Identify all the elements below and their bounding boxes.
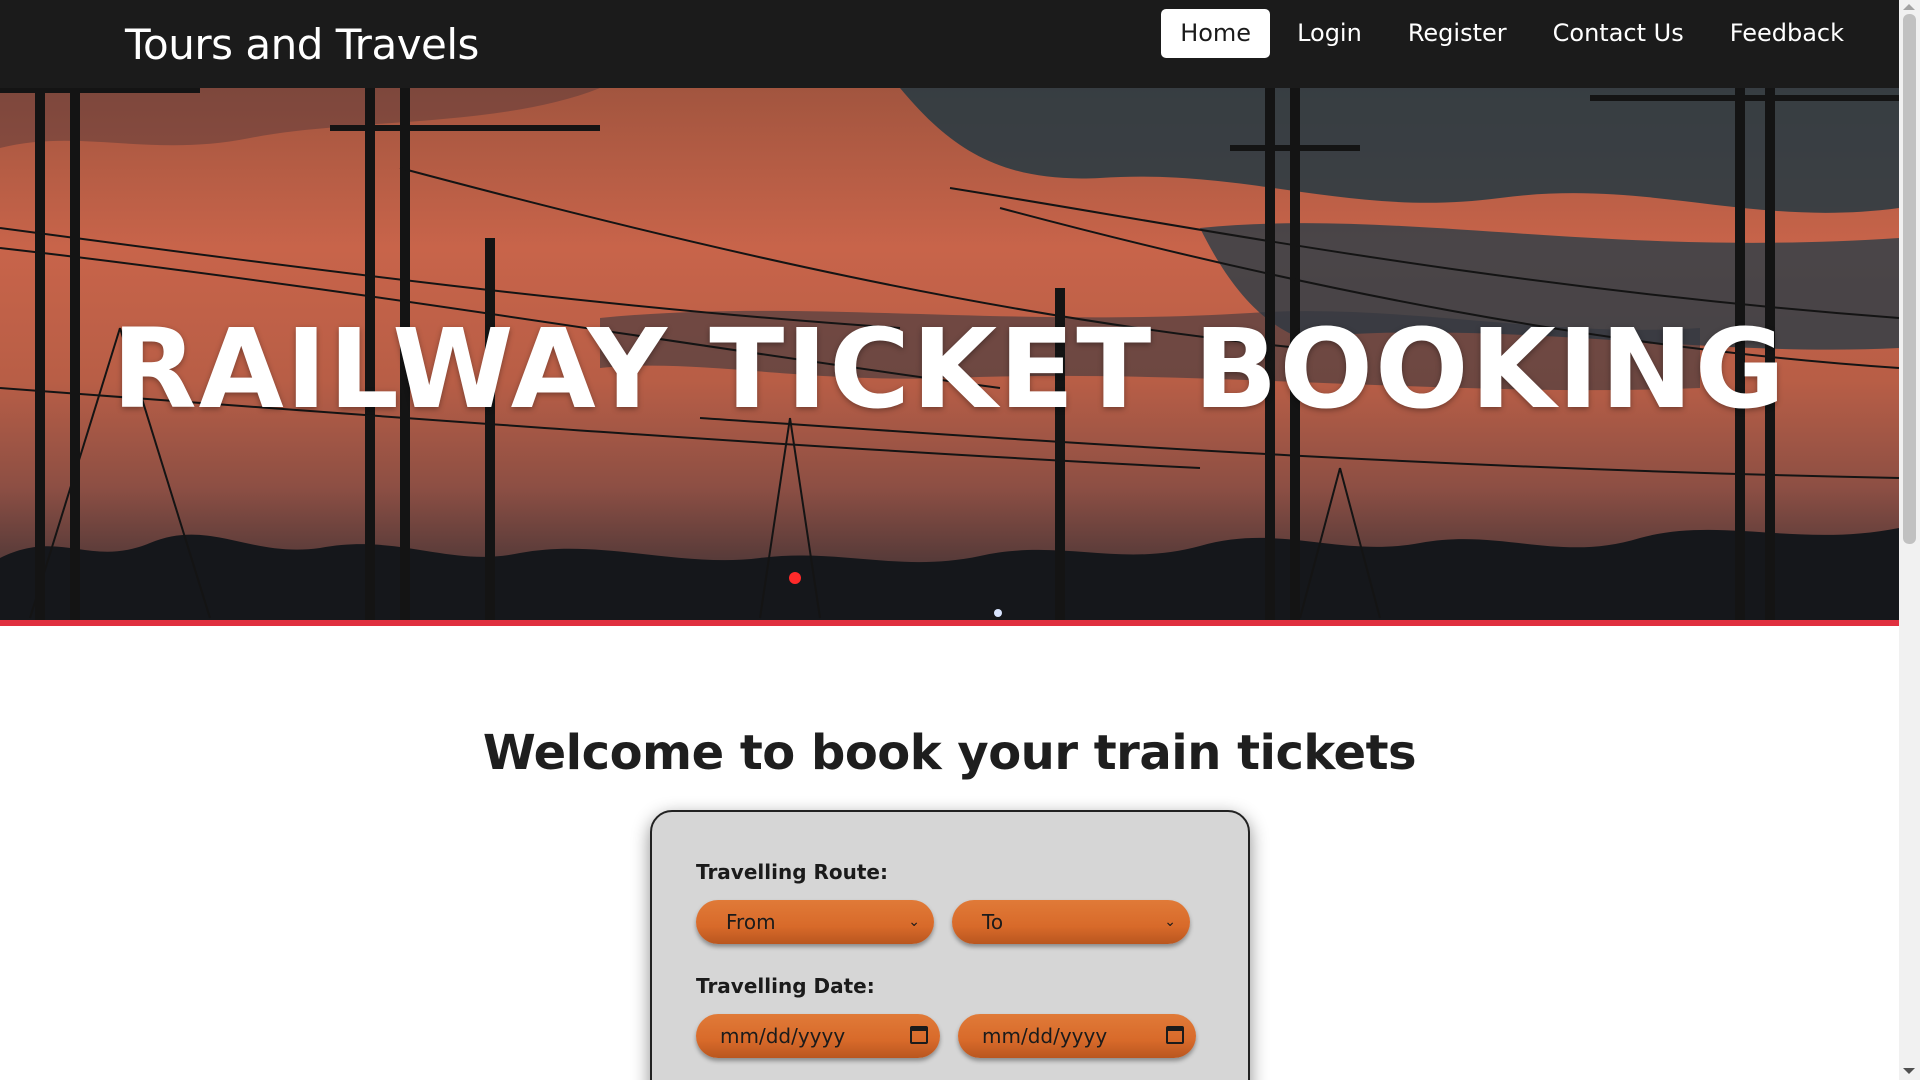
travelling-route-label: Travelling Route:	[696, 860, 888, 884]
booking-form-card: Travelling Route: From ⌄ To ⌄ Travelling…	[650, 810, 1250, 1080]
hero-accent-border	[0, 620, 1899, 626]
travelling-date-label: Travelling Date:	[696, 974, 875, 998]
nav-home[interactable]: Home	[1161, 9, 1271, 58]
from-select[interactable]: From ⌄	[696, 900, 934, 944]
page-scrollbar[interactable]	[1899, 0, 1920, 1080]
chevron-down-icon: ⌄	[1164, 914, 1176, 930]
date-to-value: mm/dd/yyyy	[982, 1024, 1108, 1048]
to-select[interactable]: To ⌄	[952, 900, 1190, 944]
nav-contact-us[interactable]: Contact Us	[1534, 9, 1703, 58]
hero-banner: RAILWAY TICKET BOOKING	[0, 88, 1899, 620]
page: Tours and Travels Home Login Register Co…	[0, 0, 1920, 1080]
date-to-input[interactable]: mm/dd/yyyy	[958, 1014, 1196, 1058]
scroll-thumb[interactable]	[1903, 14, 1916, 544]
to-select-value: To	[982, 910, 1004, 934]
hero-title: RAILWAY TICKET BOOKING	[111, 305, 1788, 433]
scroll-up-arrow-icon[interactable]	[1903, 4, 1915, 10]
nav-register[interactable]: Register	[1389, 9, 1526, 58]
navbar: Tours and Travels Home Login Register Co…	[0, 0, 1899, 88]
from-select-value: From	[726, 910, 776, 934]
date-from-input[interactable]: mm/dd/yyyy	[696, 1014, 940, 1058]
calendar-icon[interactable]	[910, 1026, 928, 1044]
welcome-heading: Welcome to book your train tickets	[482, 725, 1417, 781]
calendar-icon[interactable]	[1166, 1026, 1184, 1044]
nav-links: Home Login Register Contact Us Feedback	[1161, 9, 1863, 58]
nav-login[interactable]: Login	[1278, 9, 1381, 58]
scroll-down-arrow-icon[interactable]	[1903, 1068, 1915, 1074]
chevron-down-icon: ⌄	[908, 914, 920, 930]
brand-title[interactable]: Tours and Travels	[125, 20, 479, 69]
nav-feedback[interactable]: Feedback	[1711, 9, 1863, 58]
date-from-value: mm/dd/yyyy	[720, 1024, 846, 1048]
